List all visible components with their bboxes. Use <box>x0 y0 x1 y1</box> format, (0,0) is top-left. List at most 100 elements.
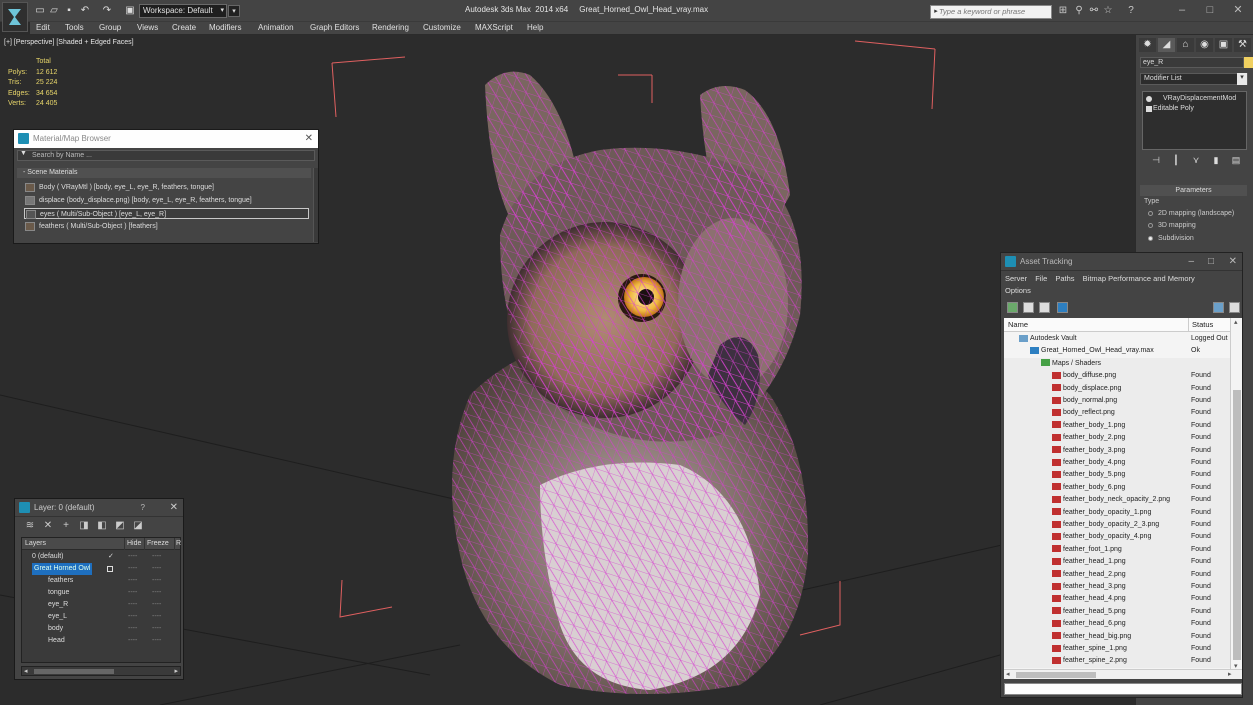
menu-tools[interactable]: Tools <box>65 22 84 34</box>
asset-row[interactable]: feather_head_6.png Found <box>1004 618 1232 631</box>
asset-row[interactable]: feather_spine_2.png Found <box>1004 655 1232 668</box>
column-freeze[interactable]: Freeze <box>144 538 169 550</box>
asset-row[interactable]: body_reflect.png Found <box>1004 407 1232 420</box>
asset-tracking-title[interactable]: Asset Tracking – □ ✕ <box>1001 253 1242 271</box>
app-logo-icon[interactable] <box>2 2 28 32</box>
scroll-right-icon[interactable]: ▸ <box>1228 670 1232 678</box>
scroll-left-icon[interactable]: ◂ <box>1006 670 1010 678</box>
menu-server[interactable]: Server <box>1005 274 1027 283</box>
vault-icon[interactable] <box>1213 302 1224 313</box>
asset-status-field[interactable] <box>1004 683 1242 695</box>
asset-row[interactable]: feather_body_6.png Found <box>1004 481 1232 495</box>
utilities-tab-icon[interactable]: ⚒ <box>1234 38 1251 52</box>
layer-row-selected[interactable]: Great Horned Owl ---- ---- <box>22 563 180 575</box>
menu-file[interactable]: File <box>1035 274 1047 283</box>
scroll-up-icon[interactable]: ▴ <box>1234 318 1238 326</box>
display-tab-icon[interactable]: ▣ <box>1215 38 1232 52</box>
add-layer-icon[interactable]: + <box>57 520 75 531</box>
exchange-icon[interactable]: ⚯ <box>1088 5 1100 17</box>
maximize-icon[interactable]: □ <box>1203 3 1217 17</box>
asset-row[interactable]: feather_body_opacity_2_3.png Found <box>1004 519 1232 532</box>
close-icon[interactable]: ✕ <box>1229 253 1237 271</box>
check-icon[interactable]: ✓ <box>108 551 114 563</box>
radio-2d-mapping[interactable]: 2D mapping (landscape) <box>1148 210 1234 217</box>
undo-icon[interactable]: ↶ <box>79 5 91 17</box>
asset-row[interactable]: Great_Horned_Owl_Head_vray.max Ok <box>1004 345 1232 357</box>
minimize-icon[interactable]: – <box>1188 253 1194 271</box>
layer-row[interactable]: eye_R ---- ---- <box>22 599 180 611</box>
layer-row[interactable]: 0 (default) ✓ ---- ---- <box>22 551 180 563</box>
material-item[interactable]: feathers ( Multi/Sub-Object ) [feathers] <box>24 221 309 232</box>
parameters-header[interactable]: Parameters <box>1140 185 1247 196</box>
scroll-right-icon[interactable]: ▸ <box>174 667 178 675</box>
list-view-icon[interactable] <box>1023 302 1034 313</box>
material-search-input[interactable]: Search by Name ... <box>17 150 315 161</box>
menu-create[interactable]: Create <box>172 22 196 34</box>
menu-animation[interactable]: Animation <box>258 22 294 34</box>
highlight-layer-icon[interactable]: ◩ <box>111 520 129 531</box>
lightbulb-icon[interactable] <box>1146 96 1152 102</box>
star-icon[interactable]: ☆ <box>1102 5 1114 17</box>
table-view-icon[interactable] <box>1057 302 1068 313</box>
create-tab-icon[interactable]: ✹ <box>1139 38 1156 52</box>
radio-3d-mapping[interactable]: 3D mapping <box>1148 222 1196 229</box>
menu-group[interactable]: Group <box>99 22 121 34</box>
menu-rendering[interactable]: Rendering <box>372 22 409 34</box>
refresh-icon[interactable] <box>1007 302 1018 313</box>
column-render[interactable]: R <box>174 538 181 550</box>
menu-bitmap-performance[interactable]: Bitmap Performance and Memory <box>1083 274 1195 283</box>
column-layers[interactable]: Layers <box>25 538 46 550</box>
detail-view-icon[interactable] <box>1039 302 1050 313</box>
options-icon[interactable] <box>1229 302 1240 313</box>
material-item[interactable]: displace (body_displace.png) [body, eye_… <box>24 195 309 206</box>
scroll-thumb[interactable] <box>1233 390 1241 660</box>
asset-row[interactable]: feather_head_5.png Found <box>1004 605 1232 619</box>
search-options-icon[interactable]: ▼ <box>20 150 27 157</box>
asset-row[interactable]: feather_body_5.png Found <box>1004 469 1232 482</box>
asset-row[interactable]: body_normal.png Found <box>1004 395 1232 408</box>
menu-help[interactable]: Help <box>527 22 543 34</box>
menu-customize[interactable]: Customize <box>423 22 461 34</box>
active-layer-box[interactable] <box>107 566 113 572</box>
viewport-label[interactable]: [+] [Perspective] [Shaded + Edged Faces] <box>4 39 134 46</box>
help-button[interactable]: ? <box>141 499 145 517</box>
delete-layer-icon[interactable]: ✕ <box>39 520 57 531</box>
workspace-selector[interactable]: Workspace: Default ▾ <box>139 4 227 18</box>
column-name[interactable]: Name <box>1008 318 1028 332</box>
show-end-result-icon[interactable]: ┃ <box>1166 155 1186 166</box>
binoculars-icon[interactable]: ⊞ <box>1057 5 1069 17</box>
asset-row[interactable]: Autodesk Vault Logged Out <box>1004 333 1232 345</box>
menu-maxscript[interactable]: MAXScript <box>475 22 513 34</box>
hierarchy-tab-icon[interactable]: ⌂ <box>1177 38 1194 52</box>
column-hide[interactable]: Hide <box>124 538 141 550</box>
asset-row[interactable]: body_displace.png Found <box>1004 382 1232 395</box>
save-icon[interactable]: ▪ <box>63 5 75 17</box>
redo-icon[interactable]: ↷ <box>101 5 113 17</box>
search-input[interactable]: Type a keyword or phrase <box>930 5 1052 19</box>
configure-sets-icon[interactable]: ▤ <box>1226 155 1246 166</box>
object-color-swatch[interactable] <box>1244 57 1253 68</box>
hide-all-icon[interactable]: ◪ <box>129 520 147 531</box>
modifier-list-dropdown[interactable]: Modifier List ▾ <box>1140 73 1248 85</box>
menu-edit[interactable]: Edit <box>36 22 50 34</box>
object-name-field[interactable]: eye_R <box>1140 57 1244 68</box>
motion-tab-icon[interactable]: ◉ <box>1196 38 1213 52</box>
modify-tab-icon[interactable]: ◢ <box>1158 38 1175 52</box>
close-icon[interactable]: ✕ <box>305 130 313 148</box>
column-status[interactable]: Status <box>1188 318 1213 332</box>
menu-paths[interactable]: Paths <box>1055 274 1074 283</box>
layer-manager-title[interactable]: Layer: 0 (default) ? ✕ <box>15 499 183 517</box>
new-file-icon[interactable]: ▭ <box>34 5 46 17</box>
maximize-icon[interactable]: □ <box>1208 253 1214 271</box>
workspace-dropdown-icon[interactable]: ▾ <box>228 5 240 17</box>
layer-row[interactable]: feathers ---- ---- <box>22 575 180 587</box>
layer-horizontal-scrollbar[interactable]: ◂ ▸ <box>21 666 181 676</box>
add-selection-icon[interactable]: ◨ <box>75 520 93 531</box>
asset-row[interactable]: feather_head_2.png Found <box>1004 568 1232 581</box>
stack-item-editable-poly[interactable]: Editable Poly <box>1143 104 1246 114</box>
scene-materials-header[interactable]: - Scene Materials <box>17 168 311 178</box>
expand-icon[interactable] <box>1146 106 1152 112</box>
asset-row[interactable]: feather_body_1.png Found <box>1004 419 1232 433</box>
stack-item-vray-displacement[interactable]: VRayDisplacementMod <box>1143 94 1246 104</box>
minimize-icon[interactable]: – <box>1175 3 1189 17</box>
